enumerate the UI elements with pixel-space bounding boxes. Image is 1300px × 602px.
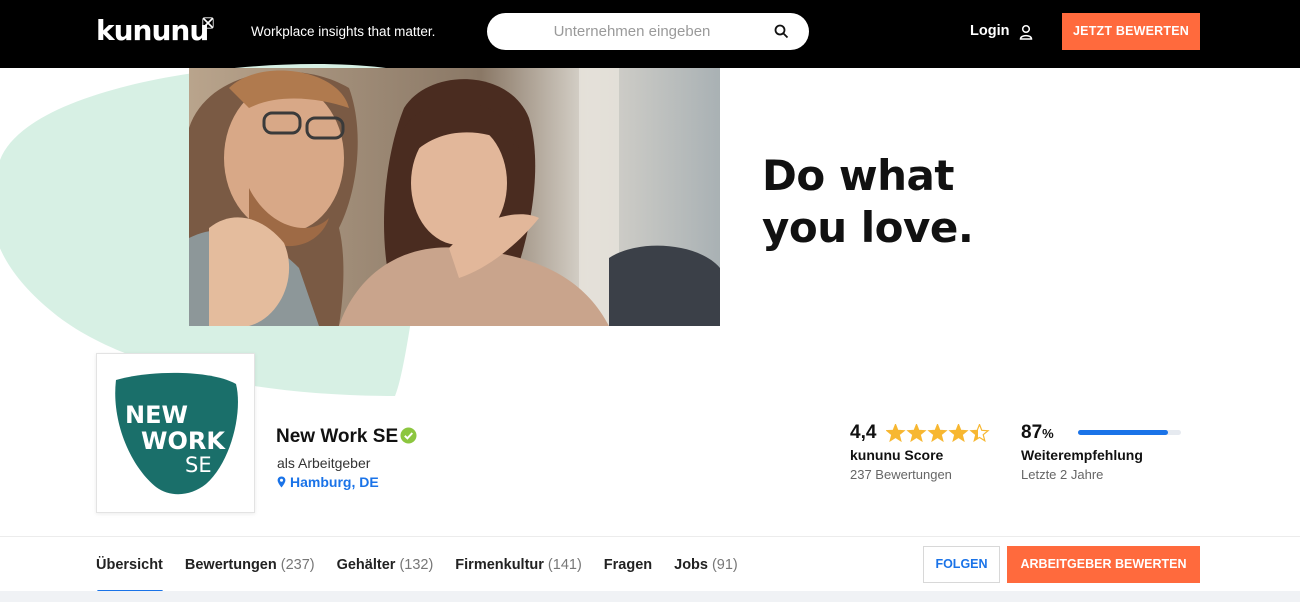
- hero-photo: [189, 68, 720, 326]
- review-count[interactable]: 237 Bewertungen: [850, 466, 952, 484]
- slogan-line-2: you love.: [762, 203, 974, 252]
- company-subtitle: als Arbeitgeber: [277, 455, 371, 471]
- tab-label: Gehälter: [336, 557, 396, 573]
- tab-übersicht[interactable]: Übersicht: [96, 556, 163, 593]
- star-icon: [927, 424, 948, 442]
- tab-label: Firmenkultur: [455, 557, 544, 573]
- star-icon: [969, 424, 990, 442]
- tab-fragen[interactable]: Fragen: [604, 556, 652, 574]
- recommendation-unit: %: [1042, 426, 1054, 441]
- login-link[interactable]: Login: [970, 21, 1009, 41]
- user-icon[interactable]: [1019, 24, 1033, 40]
- tab-count: (132): [399, 557, 434, 573]
- company-search-input[interactable]: Unternehmen eingeben: [487, 13, 809, 50]
- recommendation-period: Letzte 2 Jahre: [1021, 467, 1104, 482]
- hero-slogan: Do what you love.: [762, 150, 974, 254]
- kununu-score-value: 4,4: [850, 422, 877, 443]
- recommendation-value: 87%: [1021, 422, 1054, 445]
- tab-list: Übersicht Bewertungen (237) Gehälter (132) Fi…: [96, 556, 738, 593]
- rate-employer-button[interactable]: ARBEITGEBER BEWERTEN: [1007, 546, 1200, 583]
- tab-bewertungen[interactable]: Bewertungen (237): [185, 556, 315, 574]
- tab-jobs[interactable]: Jobs (91): [674, 556, 738, 574]
- search-icon[interactable]: [774, 24, 789, 39]
- logo-text-se: SE: [185, 453, 212, 477]
- tab-count: (237): [280, 557, 315, 573]
- star-rating: [886, 424, 990, 442]
- logo-text-work: WORK: [141, 427, 226, 455]
- kununu-score-label: kununu Score: [850, 447, 944, 463]
- location-label: Hamburg, DE: [290, 474, 379, 490]
- star-icon: [906, 424, 927, 442]
- tab-label: Jobs: [674, 557, 708, 573]
- recommendation-bar: [1078, 430, 1181, 435]
- profile-tab-bar: Übersicht Bewertungen (237) Gehälter (132) Fi…: [0, 536, 1300, 593]
- pin-icon: [277, 476, 286, 488]
- follow-button[interactable]: FOLGEN: [923, 546, 1000, 583]
- company-location-link[interactable]: Hamburg, DE: [277, 473, 379, 491]
- star-icon: [886, 424, 906, 442]
- tab-count: (91): [711, 557, 738, 573]
- rate-now-button[interactable]: JETZT BEWERTEN: [1062, 13, 1200, 50]
- new-work-logo: NEW WORK SE: [115, 372, 238, 495]
- search-placeholder: Unternehmen eingeben: [553, 23, 711, 40]
- tab-label: Übersicht: [96, 557, 163, 573]
- company-name: New Work SE: [276, 426, 399, 447]
- tab-gehälter[interactable]: Gehälter (132): [337, 556, 434, 574]
- logo-text-new: NEW: [125, 401, 188, 429]
- company-logo-card: NEW WORK SE: [96, 353, 255, 513]
- tab-count: (141): [547, 557, 582, 573]
- star-icon: [948, 424, 969, 442]
- tagline: Workplace insights that matter.: [251, 24, 436, 39]
- logo-mark-icon: [202, 17, 214, 29]
- tab-label: Fragen: [603, 557, 653, 573]
- tab-firmenkultur[interactable]: Firmenkultur (141): [455, 556, 581, 574]
- slogan-line-1: Do what: [762, 151, 954, 200]
- verified-icon: [400, 427, 417, 444]
- recommendation-label: Weiterempfehlung: [1021, 447, 1143, 463]
- tab-label: Bewertungen: [184, 557, 277, 573]
- recommendation-number: 87: [1021, 422, 1043, 443]
- page-divider: [0, 591, 1300, 602]
- recommendation-bar-fill: [1078, 430, 1168, 435]
